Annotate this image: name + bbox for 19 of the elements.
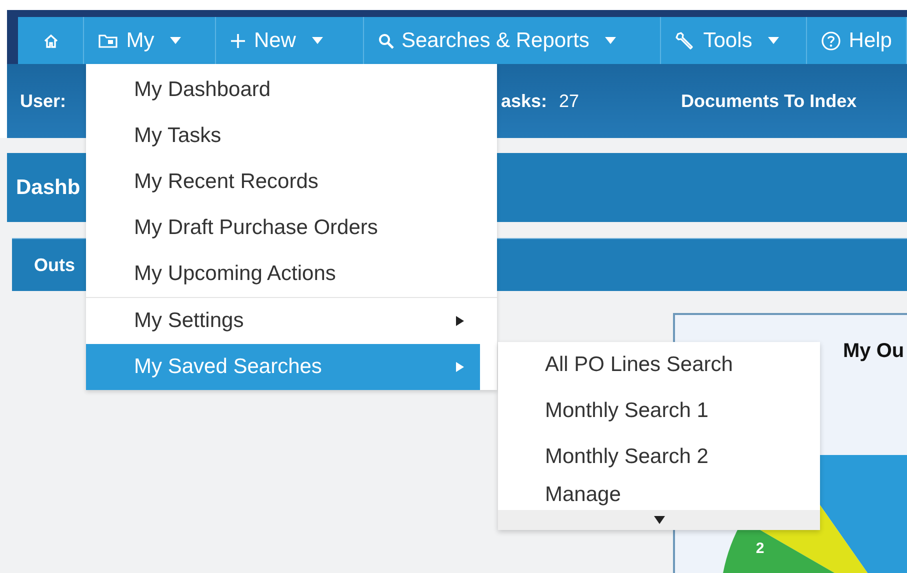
info-label: asks: (501, 90, 548, 112)
slice-label: 2 (756, 540, 764, 557)
submenu-item[interactable]: Monthly Search 1 (498, 388, 708, 434)
home-icon (42, 32, 59, 48)
info-label: Documents To Index (681, 90, 857, 112)
folder-icon (98, 32, 118, 48)
info-value: 27 (559, 90, 580, 112)
submenu-item[interactable]: All PO Lines Search (498, 342, 733, 388)
submenu-item[interactable]: Manage (498, 480, 621, 510)
info-label: User: (20, 90, 66, 112)
wrench-icon (675, 30, 696, 50)
submenu-arrow-icon (456, 362, 464, 372)
help-icon (820, 30, 841, 50)
submenu-item[interactable]: Monthly Search 2 (498, 434, 708, 480)
scroll-down-icon (654, 516, 664, 524)
search-icon (378, 32, 394, 48)
plus-icon (230, 32, 246, 48)
submenu-arrow-icon (456, 316, 464, 326)
chart-title: My Ou (843, 340, 904, 363)
